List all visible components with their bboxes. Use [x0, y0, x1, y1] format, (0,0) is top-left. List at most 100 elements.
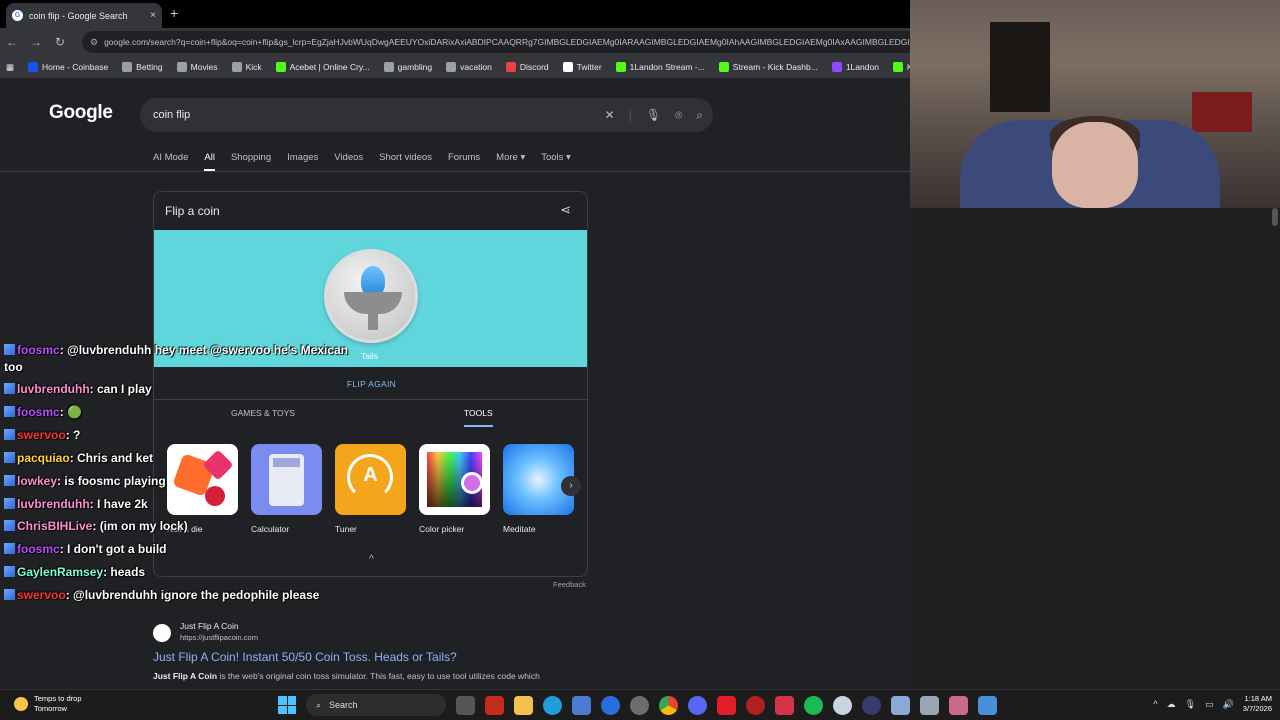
- search-icon[interactable]: ⌕: [696, 108, 703, 123]
- side-panel: [910, 208, 1280, 689]
- discord-icon[interactable]: [688, 695, 707, 715]
- new-tab-button[interactable]: +: [170, 5, 178, 21]
- task-view-icon[interactable]: [456, 695, 475, 715]
- chat-username[interactable]: foosmc: [17, 542, 60, 556]
- chat-username[interactable]: swervoo: [17, 428, 66, 442]
- chat-badge-icon: [4, 566, 15, 577]
- spotify-icon[interactable]: [804, 695, 823, 715]
- bookmark-item[interactable]: KickBot D: [892, 62, 910, 72]
- scrollbar[interactable]: [1272, 208, 1278, 226]
- app-dark-icon[interactable]: [862, 695, 881, 715]
- chat-username[interactable]: luvbrenduhh: [17, 382, 90, 396]
- filter-tab[interactable]: More ▾: [496, 152, 525, 171]
- chat-username[interactable]: pacquiao: [17, 451, 70, 465]
- filter-tab[interactable]: Forums: [448, 152, 480, 171]
- chat-message: luvbrenduhh: I have 2k: [4, 497, 148, 511]
- bookmark-item[interactable]: Betting: [122, 62, 163, 72]
- chat-username[interactable]: GaylenRamsey: [17, 565, 103, 579]
- tab-tools[interactable]: TOOLS: [464, 408, 493, 427]
- result-site-name[interactable]: Just Flip A Coin: [180, 621, 593, 631]
- clear-icon[interactable]: ✕: [605, 108, 615, 122]
- bookmark-item[interactable]: Acebet | Online Cry...: [275, 62, 370, 72]
- display-icon[interactable]: ▭: [1205, 699, 1214, 710]
- steam-icon[interactable]: [833, 695, 852, 715]
- settings-icon[interactable]: [630, 695, 649, 715]
- feedback-link[interactable]: Feedback: [553, 580, 586, 589]
- bookmark-item[interactable]: gambling: [383, 62, 432, 72]
- app-red2-icon[interactable]: [717, 695, 736, 715]
- reload-icon[interactable]: ↻: [48, 35, 72, 49]
- chrome-icon[interactable]: [659, 695, 678, 715]
- lens-icon[interactable]: ⌾: [675, 108, 682, 123]
- chat-username[interactable]: luvbrenduhh: [17, 497, 90, 511]
- chat-badge-icon: [4, 344, 15, 355]
- app-red3-icon[interactable]: [746, 695, 765, 715]
- coin-image[interactable]: [324, 249, 418, 343]
- chat-username[interactable]: ChrisBIHLive: [17, 519, 92, 533]
- microphone-icon[interactable]: 🎙: [646, 108, 661, 122]
- result-url[interactable]: https://justflipacoin.com: [180, 633, 593, 642]
- chat-badge-icon: [4, 406, 15, 417]
- apps-grid-icon[interactable]: ▦: [6, 62, 14, 73]
- tab-games-toys[interactable]: GAMES & TOYS: [231, 408, 295, 418]
- app-gray-icon[interactable]: [920, 695, 939, 715]
- tool-tuner[interactable]: A Tuner: [335, 444, 406, 534]
- google-logo[interactable]: Google: [49, 102, 113, 124]
- filter-tab[interactable]: Videos: [334, 152, 363, 171]
- filter-tab[interactable]: Images: [287, 152, 318, 171]
- clock[interactable]: 1:18 AM 3/7/2026: [1243, 694, 1272, 714]
- start-icon[interactable]: [278, 696, 296, 714]
- bookmark-icon: [231, 62, 242, 72]
- weather-icon: [14, 697, 28, 711]
- site-info-icon[interactable]: ⚙: [90, 37, 98, 48]
- network-icon[interactable]: ☁: [1167, 699, 1176, 710]
- tool-color-picker[interactable]: Color picker: [419, 444, 490, 534]
- bookmark-item[interactable]: Movies: [176, 62, 218, 72]
- app-red4-icon[interactable]: [775, 695, 794, 715]
- result-title-link[interactable]: Just Flip A Coin! Instant 50/50 Coin Tos…: [153, 650, 593, 664]
- bookmark-item[interactable]: Home - Coinbase: [28, 62, 108, 72]
- site-favicon-icon: [153, 624, 171, 642]
- filter-tab[interactable]: All: [204, 152, 215, 171]
- filter-tab[interactable]: Shopping: [231, 152, 271, 171]
- microphone-icon[interactable]: 🎙: [1185, 699, 1196, 710]
- chat-username[interactable]: swervoo: [17, 588, 66, 602]
- chat-username[interactable]: foosmc: [17, 343, 60, 357]
- address-bar[interactable]: ⚙ google.com/search?q=coin+flip&oq=coin+…: [82, 31, 910, 53]
- filter-tab[interactable]: AI Mode: [153, 152, 188, 171]
- bookmark-item[interactable]: Discord: [505, 62, 549, 72]
- bookmark-item[interactable]: Kick: [231, 62, 262, 72]
- carousel-next-icon[interactable]: ›: [561, 476, 581, 496]
- bookmark-item[interactable]: vacation: [446, 62, 492, 72]
- filter-tab[interactable]: Short videos: [379, 152, 432, 171]
- file-explorer-icon[interactable]: [514, 695, 533, 715]
- flip-again-button[interactable]: FLIP AGAIN: [154, 379, 587, 389]
- notepad-icon[interactable]: [978, 695, 997, 715]
- browser-tab[interactable]: G coin flip - Google Search ×: [6, 3, 162, 28]
- close-tab-icon[interactable]: ×: [150, 10, 156, 21]
- filter-tab[interactable]: Tools ▾: [541, 152, 571, 171]
- tool-calculator[interactable]: Calculator: [251, 444, 322, 534]
- collapse-icon[interactable]: ^: [154, 554, 587, 565]
- store-icon[interactable]: [572, 695, 591, 715]
- bookmark-item[interactable]: Stream - Kick Dashb...: [718, 62, 818, 72]
- chat-text: : Chris and ket: [69, 451, 154, 465]
- app-blue-icon[interactable]: [601, 695, 620, 715]
- chat-username[interactable]: foosmc: [17, 405, 60, 419]
- bookmark-item[interactable]: 1Landon: [831, 62, 879, 72]
- search-input[interactable]: coin flip ✕ | 🎙 ⌾ ⌕: [140, 98, 713, 132]
- back-arrow-icon[interactable]: ←: [0, 35, 24, 49]
- edge-icon[interactable]: [543, 695, 562, 715]
- chevron-up-icon[interactable]: ^: [1153, 699, 1157, 709]
- app-active-icon[interactable]: [949, 695, 968, 715]
- bookmark-item[interactable]: 1Landon Stream -...: [615, 62, 705, 72]
- app-red-icon[interactable]: [485, 695, 504, 715]
- bookmark-item[interactable]: Twitter: [562, 62, 602, 72]
- volume-icon[interactable]: 🔊: [1223, 699, 1234, 710]
- forward-arrow-icon[interactable]: →: [24, 35, 48, 49]
- taskbar-search[interactable]: ⌕ Search: [306, 694, 446, 716]
- chat-username[interactable]: lowkey: [17, 474, 57, 488]
- app-light-icon[interactable]: [891, 695, 910, 715]
- share-icon[interactable]: ⋖: [560, 202, 571, 218]
- weather-widget[interactable]: Temps to drop Tomorrow: [14, 694, 82, 714]
